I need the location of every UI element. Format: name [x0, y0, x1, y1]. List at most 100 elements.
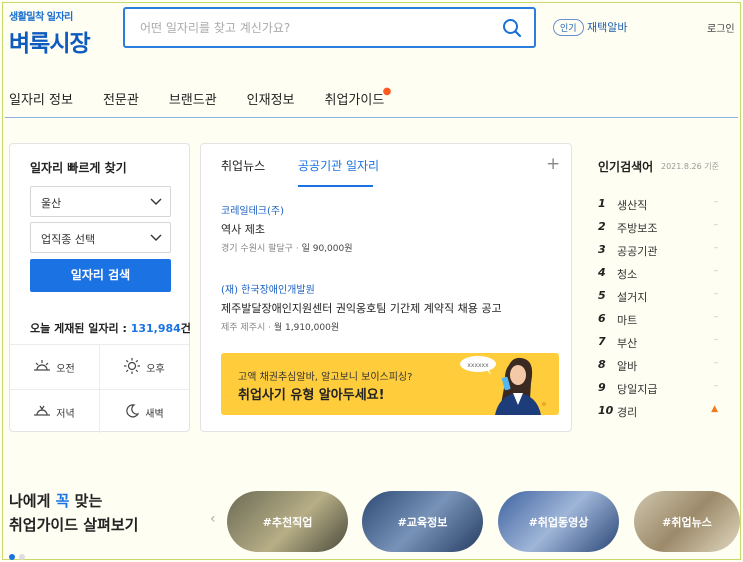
- guide-line2: 취업가이드 살펴보기: [9, 516, 139, 534]
- guide-card-label: #취업동영상: [528, 515, 589, 529]
- ranking-number: 3: [598, 243, 606, 256]
- time-filter-grid: 오전 오후 저녁 새벽: [10, 344, 189, 434]
- job-search-button[interactable]: 일자리 검색: [30, 259, 171, 292]
- ranking-item[interactable]: 6 마트 –: [598, 312, 719, 327]
- ranking-status: ▲: [711, 404, 718, 414]
- job-meta: 제주 제주시 · 월 1,910,000원: [221, 323, 340, 333]
- guide-heading: 나에게 꼭 맞는 취업가이드 살펴보기: [9, 489, 138, 537]
- ranking-number: 8: [598, 358, 606, 371]
- time-filter-label: 오전: [56, 363, 75, 375]
- quick-find-title: 일자리 빠르게 찾기: [30, 161, 127, 175]
- job-pay: 90,000원: [312, 244, 353, 254]
- list-item[interactable]: (재) 한국장애인개발원 제주발달장애인지원센터 권익옹호팀 기간제 계약직 채…: [221, 281, 502, 333]
- time-filter-label: 저녁: [56, 408, 75, 420]
- site-logo[interactable]: 생활밀착 일자리 벼룩시장: [9, 8, 91, 58]
- search-icon[interactable]: [502, 18, 522, 42]
- logo-title: 벼룩시장: [9, 31, 91, 57]
- industry-select[interactable]: 업직종 선택: [30, 222, 171, 253]
- time-filter-afternoon[interactable]: 오후: [100, 345, 189, 389]
- carousel-dot[interactable]: [19, 554, 25, 560]
- time-filter-morning[interactable]: 오전: [10, 345, 99, 389]
- nav-divider: [5, 117, 738, 118]
- nav-item-guide[interactable]: 취업가이드 ●: [325, 86, 415, 108]
- time-filter-evening[interactable]: 저녁: [10, 390, 99, 434]
- ranking-item[interactable]: 2 주방보조 –: [598, 220, 718, 235]
- banner-subtext: 고액 채권추심알바, 알고보니 보이스피싱?: [238, 372, 413, 383]
- chevron-down-icon: [150, 232, 162, 245]
- ranking-status: –: [713, 312, 719, 322]
- nav-item-talent[interactable]: 인재정보: [247, 89, 295, 108]
- sunrise-icon: [34, 359, 51, 376]
- chevron-down-icon: [150, 196, 162, 209]
- nav-item-specialty[interactable]: 전문관: [103, 89, 139, 108]
- ranking-word: 알바: [617, 360, 638, 373]
- ranking-status: –: [713, 266, 719, 276]
- ranking-word: 마트: [617, 314, 638, 327]
- ranking-item[interactable]: 9 당일지급 –: [598, 381, 718, 396]
- ranking-word: 공공기관: [617, 245, 658, 258]
- ranking-number: 6: [598, 312, 606, 325]
- region-select[interactable]: 울산: [30, 186, 171, 217]
- industry-value: 업직종 선택: [41, 233, 96, 246]
- ranking-title: 인기검색어: [598, 160, 654, 174]
- guide-card-education[interactable]: #교육정보: [362, 491, 483, 552]
- ranking-item[interactable]: 5 설거지 –: [598, 289, 718, 304]
- ranking-word: 부산: [617, 337, 638, 350]
- guide-line1-a: 나에게: [9, 492, 56, 510]
- ranking-word: 청소: [617, 268, 638, 281]
- ranking-number: 2: [598, 220, 606, 233]
- carousel-prev-icon[interactable]: ‹: [210, 511, 216, 527]
- banner-headline: 취업사기 유형 알아두세요!: [238, 388, 385, 403]
- guide-card-label: #교육정보: [397, 515, 448, 529]
- news-panel: 취업뉴스 공공기관 일자리 + 코레일테크(주) 역사 제초 경기 수원시 팔달…: [200, 143, 572, 432]
- sun-icon: [124, 357, 141, 377]
- ranking-item[interactable]: 8 알바 –: [598, 358, 718, 373]
- time-filter-label: 새벽: [145, 408, 164, 420]
- tab-job-news[interactable]: 취업뉴스: [221, 157, 265, 174]
- ranking-item[interactable]: 10 경리 ▲: [598, 404, 718, 419]
- more-plus-icon[interactable]: +: [546, 154, 560, 174]
- ranking-status: –: [713, 197, 719, 207]
- job-company: 코레일테크(주): [221, 206, 285, 217]
- ranking-number: 7: [598, 335, 606, 348]
- search-input[interactable]: [125, 9, 485, 46]
- ranking-status: –: [713, 335, 719, 345]
- tab-public-jobs[interactable]: 공공기관 일자리: [298, 157, 379, 174]
- list-item[interactable]: 코레일테크(주) 역사 제초 경기 수원시 팔달구 · 일 90,000원: [221, 202, 353, 254]
- hot-keyword-link[interactable]: 재택알바: [587, 19, 627, 35]
- guide-line1-highlight: 꼭: [55, 492, 70, 510]
- nav-item-jobs[interactable]: 일자리 정보: [9, 89, 73, 108]
- ranking-item[interactable]: 4 청소 –: [598, 266, 719, 281]
- guide-card-label: #취업뉴스: [662, 515, 712, 529]
- ranking-number: 1: [598, 197, 606, 210]
- ranking-word: 생산직: [617, 199, 648, 212]
- today-job-count: 오늘 게재된 일자리 : 131,984건: [30, 320, 191, 336]
- carousel-dots: [9, 545, 29, 562]
- login-link[interactable]: 로그인: [707, 20, 735, 35]
- active-tab-indicator: [298, 185, 373, 187]
- ranking-word: 주방보조: [617, 222, 658, 235]
- guide-card-recommended-jobs[interactable]: #추천직업: [227, 491, 348, 552]
- carousel-dot-active[interactable]: [9, 554, 15, 560]
- ranking-word: 당일지급: [617, 383, 658, 396]
- ranking-number: 9: [598, 381, 606, 394]
- ranking-date: 2021.8.26 기준: [661, 162, 719, 171]
- ranking-item[interactable]: 3 공공기관 –: [598, 243, 718, 258]
- guide-card-video[interactable]: #취업동영상: [498, 491, 619, 552]
- ranking-word: 경리: [617, 406, 638, 419]
- ranking-word: 설거지: [617, 291, 648, 304]
- ranking-item[interactable]: 7 부산 –: [598, 335, 719, 350]
- job-pay: 1,910,000원: [285, 323, 340, 333]
- time-filter-dawn[interactable]: 새벽: [100, 390, 189, 434]
- ranking-item[interactable]: 1 생산직 –: [598, 197, 719, 212]
- guide-card-news[interactable]: #취업뉴스: [634, 491, 740, 552]
- sunset-icon: [34, 404, 51, 421]
- job-location: 제주 제주시: [221, 323, 266, 333]
- ranking-number: 5: [598, 289, 606, 302]
- scam-warning-banner[interactable]: 고액 채권추심알바, 알고보니 보이스피싱? 취업사기 유형 알아두세요! xx…: [221, 353, 559, 415]
- count-label: 오늘 게재된 일자리 :: [30, 322, 131, 335]
- count-value: 131,984: [130, 322, 181, 335]
- banner-bubble-text: xxxxxx: [467, 362, 489, 369]
- nav-item-brands[interactable]: 브랜드관: [169, 89, 217, 108]
- guide-line1-b: 맞는: [69, 492, 103, 510]
